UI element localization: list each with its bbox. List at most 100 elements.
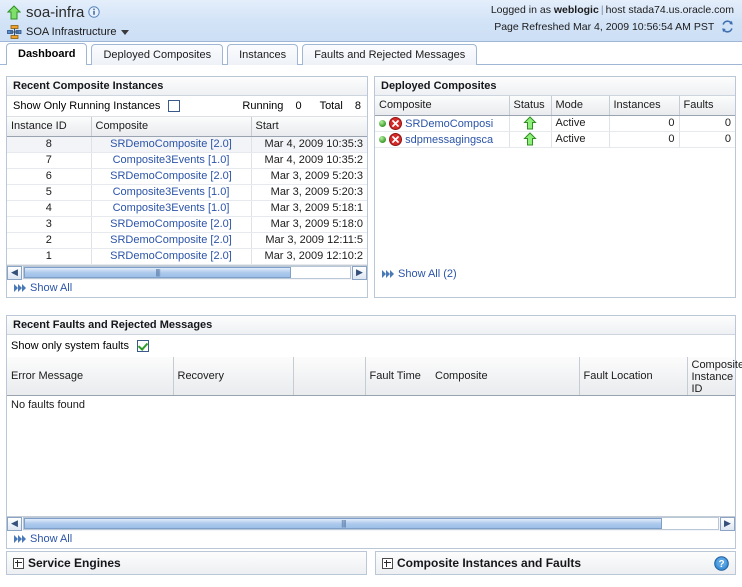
help-icon[interactable]: ? [714, 555, 729, 571]
scrollbar-thumb[interactable]: |||| [24, 267, 292, 278]
table-row[interactable]: 2 SRDemoComposite [2.0] Mar 3, 2009 12:1… [7, 232, 367, 249]
soa-infrastructure-label: SOA Infrastructure [26, 26, 117, 38]
show-only-running-checkbox[interactable] [168, 100, 181, 112]
table-row[interactable]: 7 Composite3Events [1.0] Mar 4, 2009 10:… [7, 152, 367, 169]
up-arrow-icon[interactable] [6, 4, 22, 20]
cell-composite: SRDemoComposi [375, 115, 510, 132]
tab-faults-and-rejected-messages[interactable]: Faults and Rejected Messages [302, 44, 478, 65]
recent-faults-show-all[interactable]: Show All [7, 530, 735, 548]
cell-start: Mar 3, 2009 5:18:0 [251, 216, 367, 233]
scrollbar-track[interactable]: |||| [23, 517, 719, 530]
show-only-system-faults-checkbox[interactable] [137, 340, 149, 352]
running-stat: Running 0 [242, 100, 301, 112]
col-instances[interactable]: Instances [609, 96, 680, 116]
col-composite[interactable]: Composite [431, 357, 580, 396]
plus-box-icon[interactable] [13, 557, 24, 569]
composite-link[interactable]: Composite3Events [1.0] [113, 186, 230, 198]
logged-in-prefix: Logged in as [490, 4, 551, 16]
tab-instances[interactable]: Instances [227, 44, 299, 65]
show-all-link[interactable]: Show All (2) [398, 268, 457, 280]
show-only-system-faults-label: Show only system faults [11, 340, 129, 352]
cell-start: Mar 4, 2009 10:35:3 [251, 136, 367, 153]
col-start[interactable]: Start [251, 117, 367, 137]
up-arrow-green-icon [523, 132, 537, 146]
composite-link[interactable]: SRDemoComposite [2.0] [110, 218, 232, 230]
running-value: 0 [295, 100, 302, 112]
col-blank [293, 357, 366, 396]
info-icon[interactable] [88, 6, 101, 18]
recent-instances-show-all[interactable]: Show All [7, 279, 367, 297]
composite-link[interactable]: sdpmessagingsca [405, 134, 493, 146]
cell-composite: SRDemoComposite [2.0] [91, 216, 252, 233]
cell-composite: Composite3Events [1.0] [91, 152, 252, 169]
tab-dashboard[interactable]: Dashboard [6, 43, 88, 65]
scrollbar-grip-icon: |||| [155, 268, 161, 277]
cell-start: Mar 3, 2009 5:18:1 [251, 200, 367, 217]
header-session-info: Logged in as weblogic | host stada74.us.or… [491, 3, 734, 35]
cell-instance-id: 4 [7, 200, 92, 217]
col-fault-location[interactable]: Fault Location [579, 357, 688, 396]
col-instance-id[interactable]: Instance ID [7, 117, 92, 137]
composite-link[interactable]: SRDemoComposite [2.0] [110, 234, 232, 246]
host-name: stada74.us.oracle.com [628, 4, 734, 16]
header-identity: soa-infra SOA Infrastructure [6, 2, 130, 41]
table-header-row: Error Message Recovery Fault Time Compos… [7, 357, 742, 396]
composite-link[interactable]: SRDemoComposite [2.0] [110, 170, 232, 182]
page-title-row: soa-infra [6, 2, 129, 22]
table-row[interactable]: 5 Composite3Events [1.0] Mar 3, 2009 5:2… [7, 184, 367, 201]
scrollbar-thumb[interactable]: |||| [24, 518, 663, 529]
col-composite-instance-id[interactable]: Composite Instance ID [687, 357, 742, 396]
scroll-right-icon[interactable]: ▶ [352, 265, 367, 280]
chevron-down-icon[interactable] [121, 29, 130, 35]
col-recovery[interactable]: Recovery [173, 357, 294, 396]
recent-faults-hscrollbar[interactable]: ◀ |||| ▶ [7, 515, 735, 531]
deployed-composites-empty-space [375, 147, 735, 266]
deployed-composites-show-all[interactable]: Show All (2) [375, 265, 735, 283]
table-row[interactable]: 3 SRDemoComposite [2.0] Mar 3, 2009 5:18… [7, 216, 367, 233]
composite-link[interactable]: Composite3Events [1.0] [113, 202, 230, 214]
composite-link[interactable]: Composite3Events [1.0] [113, 154, 230, 166]
scroll-left-icon[interactable]: ◀ [7, 516, 22, 531]
col-composite[interactable]: Composite [375, 96, 510, 116]
table-row[interactable]: 1 SRDemoComposite [2.0] Mar 3, 2009 12:1… [7, 248, 367, 265]
scroll-left-icon[interactable]: ◀ [7, 265, 22, 280]
col-status[interactable]: Status [509, 96, 552, 116]
composite-link[interactable]: SRDemoComposite [2.0] [110, 138, 232, 150]
table-row[interactable]: 8 SRDemoComposite [2.0] Mar 4, 2009 10:3… [7, 136, 367, 153]
cell-faults: 0 [679, 115, 735, 132]
svg-text:?: ? [718, 559, 724, 570]
show-all-link[interactable]: Show All [30, 282, 72, 294]
composite-instances-and-faults-panel[interactable]: Composite Instances and Faults ? [375, 551, 736, 575]
cell-composite: SRDemoComposite [2.0] [91, 232, 252, 249]
scrollbar-track[interactable]: |||| [23, 266, 351, 279]
refresh-icon[interactable] [721, 20, 734, 33]
table-row[interactable]: sdpmessagingsca Active 0 0 [375, 131, 735, 148]
col-error-message[interactable]: Error Message [7, 357, 174, 396]
separator: | [600, 4, 604, 16]
tab-deployed-composites[interactable]: Deployed Composites [91, 44, 224, 65]
show-all-link[interactable]: Show All [30, 533, 72, 545]
soa-infrastructure-menu[interactable]: SOA Infrastructure [7, 23, 130, 41]
table-header-row: Composite Status Mode Instances Faults [375, 96, 735, 116]
col-composite[interactable]: Composite [91, 117, 252, 137]
cell-mode: Active [551, 115, 610, 132]
col-mode[interactable]: Mode [551, 96, 610, 116]
composite-link[interactable]: SRDemoComposi [405, 118, 493, 130]
cell-instances: 0 [609, 115, 680, 132]
cell-composite: sdpmessagingsca [375, 131, 510, 148]
plus-box-icon[interactable] [382, 557, 393, 569]
col-faults[interactable]: Faults [679, 96, 735, 116]
scroll-right-icon[interactable]: ▶ [720, 516, 735, 531]
composite-link[interactable]: SRDemoComposite [2.0] [110, 250, 232, 262]
service-engines-panel[interactable]: Service Engines [6, 551, 367, 575]
recent-instances-hscrollbar[interactable]: ◀ |||| ▶ [7, 264, 367, 280]
table-row[interactable]: 6 SRDemoComposite [2.0] Mar 3, 2009 5:20… [7, 168, 367, 185]
col-fault-time[interactable]: Fault Time [365, 357, 431, 396]
table-row[interactable]: 4 Composite3Events [1.0] Mar 3, 2009 5:1… [7, 200, 367, 217]
page-title: soa-infra [26, 3, 85, 21]
dashboard-top-row: Recent Composite Instances Show Only Run… [6, 76, 736, 298]
host-label: host [605, 4, 626, 16]
cell-instance-id: 5 [7, 184, 92, 201]
service-engines-label: Service Engines [28, 556, 121, 570]
table-row[interactable]: SRDemoComposi Active 0 0 [375, 115, 735, 132]
